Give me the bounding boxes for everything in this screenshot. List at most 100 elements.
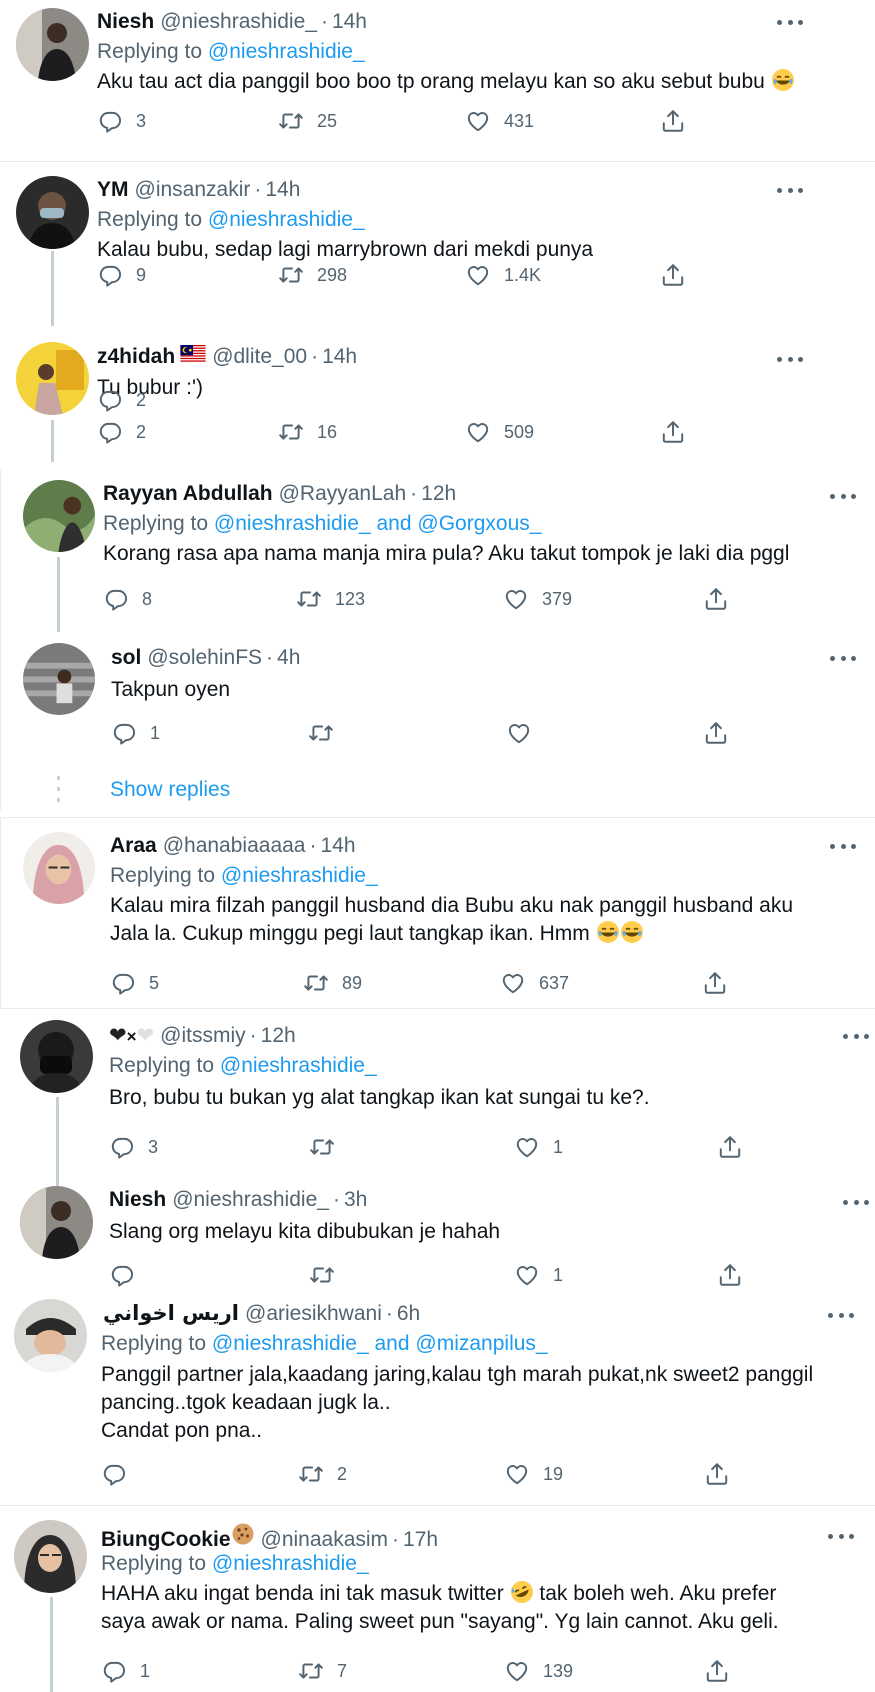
timestamp[interactable]: 12h (261, 1024, 296, 1048)
mention-link[interactable]: @Gorgxous_ (417, 512, 541, 535)
more-icon[interactable] (830, 654, 856, 662)
user-handle[interactable]: @RayyanLah (279, 482, 407, 506)
mention-link[interactable]: @mizanpilus_ (415, 1332, 547, 1355)
tweet[interactable]: Araa @hanabiaaaaa · 14h Replying to @nie… (0, 820, 875, 1000)
more-icon[interactable] (830, 842, 856, 850)
like-button[interactable]: 19 (504, 1461, 563, 1487)
like-button[interactable]: 431 (465, 108, 534, 134)
timestamp[interactable]: 12h (421, 482, 456, 506)
reply-button[interactable] (109, 1262, 135, 1288)
share-button[interactable] (717, 1134, 743, 1160)
retweet-button[interactable]: 2 (298, 1461, 347, 1487)
more-icon[interactable] (828, 1311, 854, 1319)
timestamp[interactable]: 6h (397, 1302, 420, 1326)
avatar[interactable] (14, 1299, 87, 1372)
user-handle[interactable]: @dlite_00 (212, 345, 307, 369)
like-button[interactable]: 379 (503, 586, 572, 612)
user-name[interactable]: Rayyan Abdullah (103, 482, 273, 506)
reply-button[interactable]: 3 (97, 108, 146, 134)
avatar[interactable] (23, 643, 95, 715)
retweet-button[interactable]: 89 (303, 970, 362, 996)
mention-link[interactable]: @nieshrashidie_ (221, 864, 378, 887)
timestamp[interactable]: 3h (344, 1188, 367, 1212)
mention-link[interactable]: @nieshrashidie_ (214, 512, 371, 535)
mention-link[interactable]: @nieshrashidie_ (208, 40, 365, 63)
share-button[interactable] (717, 1262, 743, 1288)
retweet-button[interactable]: 16 (278, 419, 337, 445)
user-name[interactable]: ❤×❤ (109, 1023, 154, 1048)
user-name[interactable]: Niesh (97, 10, 154, 34)
like-button[interactable]: 1.4K (465, 262, 541, 288)
show-replies-link[interactable]: Show replies (110, 778, 230, 802)
mention-link[interactable]: @nieshrashidie_ (212, 1552, 369, 1575)
share-button[interactable] (703, 720, 729, 746)
share-button[interactable] (660, 108, 686, 134)
tweet[interactable]: اريس اخواني @ariesikhwani · 6h Replying … (0, 1295, 875, 1495)
reply-button[interactable]: 5 (110, 970, 159, 996)
user-name[interactable]: Araa (110, 834, 157, 858)
more-icon[interactable] (843, 1032, 869, 1040)
timestamp[interactable]: 17h (403, 1528, 438, 1552)
more-icon[interactable] (777, 18, 803, 26)
tweet[interactable]: Rayyan Abdullah @RayyanLah · 12h Replyin… (0, 470, 875, 630)
user-name[interactable]: sol (111, 646, 141, 670)
user-name[interactable]: BiungCookie (101, 1528, 231, 1552)
avatar[interactable] (16, 342, 89, 415)
reply-button[interactable]: 3 (109, 1134, 158, 1160)
retweet-button[interactable]: 123 (296, 586, 365, 612)
reply-button[interactable] (101, 1461, 127, 1487)
user-handle[interactable]: @itssmiy (160, 1024, 245, 1048)
user-handle[interactable]: @solehinFS (147, 646, 262, 670)
share-button[interactable] (704, 1658, 730, 1684)
user-handle[interactable]: @insanzakir (135, 178, 251, 202)
user-handle[interactable]: @nieshrashidie_ (160, 10, 317, 34)
avatar[interactable] (14, 1520, 87, 1593)
reply-button[interactable]: 8 (103, 586, 152, 612)
reply-button[interactable]: 9 (97, 262, 146, 288)
like-button[interactable] (506, 720, 532, 746)
user-name[interactable]: Niesh (109, 1188, 166, 1212)
retweet-button[interactable]: 298 (278, 262, 347, 288)
retweet-button[interactable] (308, 720, 334, 746)
mention-link[interactable]: @nieshrashidie_ (212, 1332, 369, 1355)
user-handle[interactable]: @ariesikhwani (245, 1302, 382, 1326)
reply-button[interactable]: 2 (97, 419, 146, 445)
avatar[interactable] (23, 832, 95, 904)
more-icon[interactable] (843, 1198, 869, 1206)
share-button[interactable] (703, 586, 729, 612)
mention-link[interactable]: @nieshrashidie_ (220, 1054, 377, 1077)
reply-button[interactable]: 1 (111, 720, 160, 746)
timestamp[interactable]: 4h (277, 646, 300, 670)
timestamp[interactable]: 14h (265, 178, 300, 202)
more-icon[interactable] (828, 1532, 854, 1540)
timestamp[interactable]: 14h (322, 345, 357, 369)
user-handle[interactable]: @ninaakasim (261, 1528, 389, 1552)
avatar[interactable] (23, 480, 95, 552)
like-button[interactable]: 139 (504, 1658, 573, 1684)
more-icon[interactable] (777, 355, 803, 363)
user-handle[interactable]: @hanabiaaaaa (163, 834, 306, 858)
like-button[interactable]: 509 (465, 419, 534, 445)
user-name[interactable]: اريس اخواني (103, 1301, 239, 1325)
like-button[interactable]: 1 (514, 1262, 563, 1288)
share-button[interactable] (660, 419, 686, 445)
retweet-button[interactable]: 7 (298, 1658, 347, 1684)
user-name[interactable]: YM (97, 178, 129, 202)
avatar[interactable] (20, 1020, 93, 1093)
retweet-button[interactable] (309, 1134, 335, 1160)
user-name[interactable]: z4hidah (97, 345, 175, 369)
tweet[interactable]: BiungCookie @ninaakasim · 17h Replying t… (0, 1508, 875, 1692)
share-button[interactable] (660, 262, 686, 288)
user-handle[interactable]: @nieshrashidie_ (172, 1188, 329, 1212)
reply-button[interactable]: 1 (101, 1658, 150, 1684)
retweet-button[interactable] (309, 1262, 335, 1288)
reply-button[interactable]: 2 (97, 387, 146, 413)
tweet[interactable]: ❤×❤ @itssmiy · 12h Replying to @nieshras… (0, 1008, 875, 1178)
tweet[interactable]: YM @insanzakir · 14h Replying to @nieshr… (0, 162, 875, 320)
avatar[interactable] (16, 176, 89, 249)
mention-link[interactable]: @nieshrashidie_ (208, 208, 365, 231)
timestamp[interactable]: 14h (320, 834, 355, 858)
like-button[interactable]: 637 (500, 970, 569, 996)
tweet[interactable]: Niesh @nieshrashidie_ · 14h Replying to … (0, 0, 875, 150)
tweet[interactable]: Niesh @nieshrashidie_ · 3h Slang org mel… (0, 1180, 875, 1295)
